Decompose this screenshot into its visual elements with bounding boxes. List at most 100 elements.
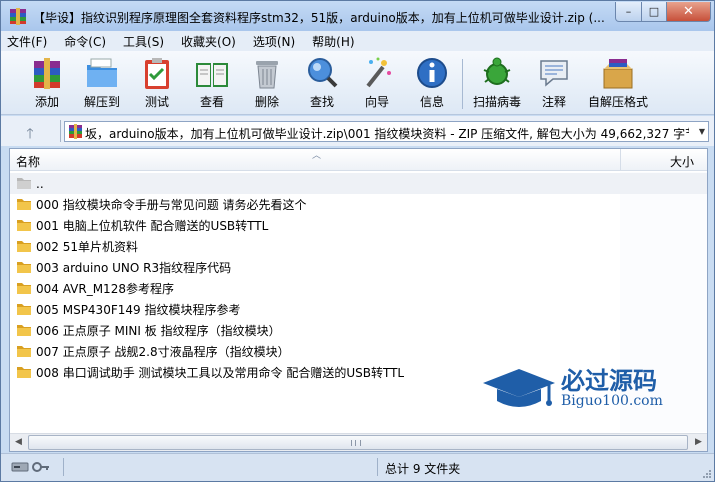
up-folder-button[interactable]: 🡑: [21, 123, 39, 142]
comment-icon: [540, 60, 568, 87]
info-button[interactable]: 信息: [404, 55, 460, 113]
address-path-field[interactable]: 坂，arduino版本，加有上位机可做毕业设计.zip\001 指纹模块资料 -…: [64, 121, 709, 142]
view-button[interactable]: 查看: [184, 55, 240, 113]
comment-label: 注释: [541, 95, 566, 109]
menu-tools[interactable]: 工具(S): [123, 33, 164, 50]
menu-bar: 文件(F) 命令(C) 工具(S) 收藏夹(O) 选项(N) 帮助(H): [1, 31, 714, 51]
find-label: 查找: [309, 95, 334, 109]
folder-icon: [17, 283, 31, 294]
window-title: 【毕设】指纹识别程序原理图全套资料程序stm32，51版，arduino版本，加…: [33, 11, 605, 25]
folder-icon: [17, 325, 31, 336]
wizard-button[interactable]: 向导: [349, 55, 405, 113]
test-button[interactable]: 测试: [129, 55, 185, 113]
menu-options[interactable]: 选项(N): [253, 33, 295, 50]
parent-folder-label: ..: [36, 176, 44, 191]
folder-icon: [17, 304, 31, 315]
add-button[interactable]: 添加: [19, 55, 75, 113]
virus-scan-button[interactable]: 扫描病毒: [469, 55, 525, 113]
view-label: 查看: [199, 95, 224, 109]
folder-name: 001 电脑上位机软件 配合赠送的USB转TTL: [36, 219, 269, 233]
extract-to-label: 解压到: [83, 95, 120, 109]
add-archive-icon: [34, 58, 60, 89]
winrar-window: 【毕设】指纹识别程序原理图全套资料程序stm32，51版，arduino版本，加…: [0, 0, 715, 482]
view-book-icon: [196, 63, 228, 87]
folder-icon: [17, 346, 31, 357]
winrar-app-icon[interactable]: [9, 8, 27, 25]
toolbar: 添加 解压到 测试 查看 删除 查找 向导 信息 扫描病毒 注释 自解压格式: [1, 51, 714, 115]
status-summary: 总计 9 文件夹: [385, 462, 461, 476]
info-icon: [417, 58, 447, 88]
maximize-button[interactable]: □: [641, 2, 667, 22]
column-divider[interactable]: [620, 149, 621, 171]
horizontal-scrollbar[interactable]: ◀ ▶: [10, 433, 707, 451]
folder-row[interactable]: 005 MSP430F149 指纹模块程序参考: [10, 299, 707, 320]
virus-scan-icon: [483, 57, 511, 85]
virus-scan-label: 扫描病毒: [472, 95, 521, 109]
wizard-label: 向导: [364, 95, 389, 109]
resize-grip-icon[interactable]: [702, 469, 712, 479]
watermark: 必过源码 Biguo100.com: [479, 361, 689, 416]
menu-favorites[interactable]: 收藏夹(O): [181, 33, 236, 50]
list-header: 名称 ︿ 大小: [10, 149, 707, 171]
folder-name: 008 串口调试助手 测试模块工具以及常用命令 配合赠送的USB转TTL: [36, 366, 405, 380]
add-label: 添加: [34, 95, 59, 109]
scroll-right-button[interactable]: ▶: [690, 435, 707, 450]
comment-button[interactable]: 注释: [526, 55, 582, 113]
drive-key-icon[interactable]: [11, 460, 51, 474]
folder-name: 007 正点原子 战舰2.8寸液晶程序（指纹模块）: [36, 345, 290, 359]
folder-row[interactable]: 007 正点原子 战舰2.8寸液晶程序（指纹模块）: [10, 341, 707, 362]
folder-name: 002 51单片机资料: [36, 240, 138, 254]
folder-row[interactable]: 001 电脑上位机软件 配合赠送的USB转TTL: [10, 215, 707, 236]
folder-name: 004 AVR_M128参考程序: [36, 282, 174, 296]
extract-to-button[interactable]: 解压到: [74, 55, 130, 113]
graduation-cap-logo: [483, 369, 555, 407]
status-bar: 总计 9 文件夹: [1, 453, 714, 481]
folder-row[interactable]: 006 正点原子 MINI 板 指纹程序（指纹模块）: [10, 320, 707, 341]
sfx-box-icon: [603, 59, 633, 89]
chevron-down-icon[interactable]: ▼: [699, 127, 705, 136]
folder-icon: [17, 220, 31, 231]
folder-icon: [17, 367, 31, 378]
address-path-text: 坂，arduino版本，加有上位机可做毕业设计.zip\001 指纹模块资料 -…: [85, 127, 689, 141]
find-button[interactable]: 查找: [294, 55, 350, 113]
folder-row[interactable]: 002 51单片机资料: [10, 236, 707, 257]
column-header-name[interactable]: 名称: [16, 153, 40, 170]
test-label: 测试: [144, 95, 169, 109]
delete-button[interactable]: 删除: [239, 55, 295, 113]
menu-file[interactable]: 文件(F): [7, 33, 47, 50]
watermark-title: 必过源码: [561, 366, 657, 395]
folder-icon: [17, 199, 31, 210]
trash-icon: [256, 61, 278, 89]
sfx-button[interactable]: 自解压格式: [588, 55, 648, 113]
menu-help[interactable]: 帮助(H): [312, 33, 354, 50]
sort-ascending-icon: ︿: [312, 151, 322, 161]
folder-name: 005 MSP430F149 指纹模块程序参考: [36, 303, 241, 317]
toolbar-separator: [462, 59, 463, 109]
scroll-left-button[interactable]: ◀: [10, 435, 27, 450]
extract-folder-icon: [87, 58, 117, 87]
column-header-size[interactable]: 大小: [670, 153, 694, 170]
menu-commands[interactable]: 命令(C): [64, 33, 106, 50]
folder-row[interactable]: 004 AVR_M128参考程序: [10, 278, 707, 299]
minimize-button[interactable]: –: [615, 2, 642, 22]
scroll-thumb[interactable]: [28, 435, 688, 450]
wizard-wand-icon: [366, 57, 391, 88]
title-bar[interactable]: 【毕设】指纹识别程序原理图全套资料程序stm32，51版，arduino版本，加…: [1, 1, 714, 31]
folder-icon: [17, 241, 31, 252]
folder-row[interactable]: 000 指纹模块命令手册与常见问题 请务必先看这个: [10, 194, 707, 215]
folder-name: 006 正点原子 MINI 板 指纹程序（指纹模块）: [36, 324, 281, 338]
parent-folder-row[interactable]: ..: [10, 173, 707, 194]
folder-name: 000 指纹模块命令手册与常见问题 请务必先看这个: [36, 198, 307, 212]
watermark-url: Biguo100.com: [561, 393, 663, 409]
close-button[interactable]: ✕: [666, 2, 711, 22]
archive-icon: [69, 124, 82, 139]
parent-folder-icon: [17, 178, 31, 189]
folder-row[interactable]: 003 arduino UNO R3指纹程序代码: [10, 257, 707, 278]
folder-icon: [17, 262, 31, 273]
sfx-label: 自解压格式: [588, 95, 649, 109]
list-rows: .. 000 指纹模块命令手册与常见问题 请务必先看这个 001 电脑上位机软件…: [10, 173, 707, 383]
info-label: 信息: [419, 95, 444, 109]
folder-name: 003 arduino UNO R3指纹程序代码: [36, 261, 232, 275]
scroll-grip-icon: [351, 440, 361, 446]
status-separator: [377, 458, 378, 476]
